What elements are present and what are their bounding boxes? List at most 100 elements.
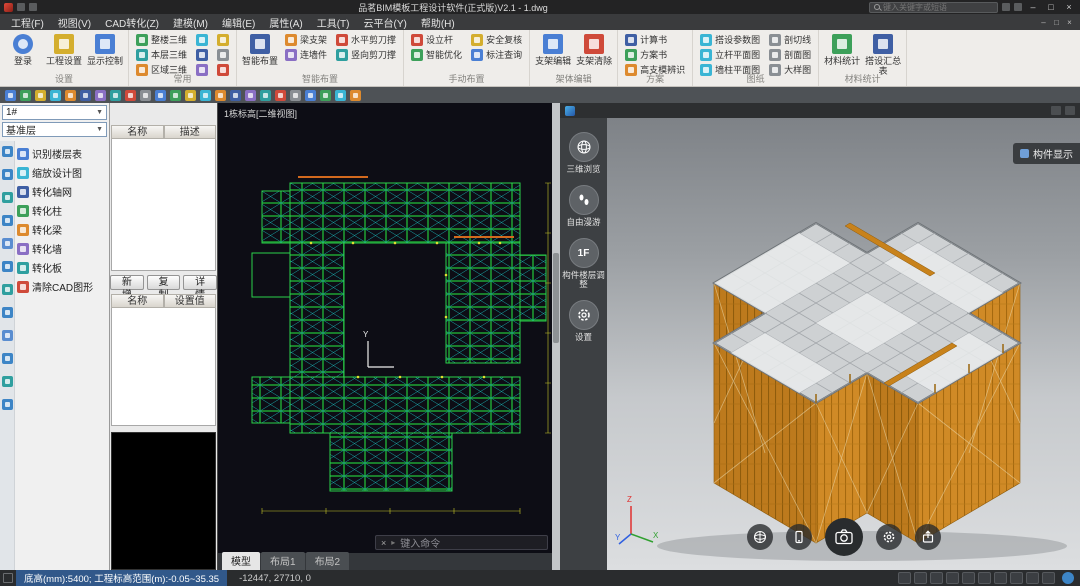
building-selector[interactable]: 1# ▼ bbox=[2, 105, 107, 120]
menu-properties[interactable]: 属性(A) bbox=[262, 14, 309, 30]
status-toggle-icon[interactable] bbox=[994, 572, 1007, 584]
status-toggle-icon[interactable] bbox=[962, 572, 975, 584]
convert-beam-item[interactable]: 转化梁 bbox=[15, 220, 109, 239]
viewer-settings-button[interactable] bbox=[876, 524, 902, 550]
place-pole-button[interactable]: 设立杆 bbox=[409, 33, 464, 46]
device-view-button[interactable] bbox=[786, 524, 812, 550]
login-button[interactable]: 登录 bbox=[5, 33, 41, 66]
toolbar-icon[interactable] bbox=[245, 90, 256, 101]
strip-tool-icon[interactable] bbox=[2, 215, 13, 226]
menu-help[interactable]: 帮助(H) bbox=[414, 14, 462, 30]
help-search[interactable] bbox=[869, 2, 998, 13]
toolbar-icon[interactable] bbox=[185, 90, 196, 101]
toolbar-icon[interactable] bbox=[35, 90, 46, 101]
cad-viewport[interactable]: 1栋标高[二维视图] bbox=[218, 103, 560, 570]
minimize-button[interactable]: – bbox=[1026, 2, 1040, 13]
toolbar-icon[interactable] bbox=[95, 90, 106, 101]
support-clear-button[interactable]: 支架清除 bbox=[576, 33, 612, 66]
name-desc-table-body[interactable] bbox=[111, 139, 216, 271]
status-toggle-icon[interactable] bbox=[1010, 572, 1023, 584]
toolbar-icon[interactable] bbox=[320, 90, 331, 101]
toolbar-icon[interactable] bbox=[290, 90, 301, 101]
toolbar-icon[interactable] bbox=[110, 90, 121, 101]
search-input[interactable] bbox=[883, 3, 993, 12]
tool-floor-adjust[interactable]: 1F 构件楼层调整 bbox=[562, 238, 606, 289]
setup-parameter-drawing-button[interactable]: 搭设参数图 bbox=[698, 33, 762, 46]
display-control-button[interactable]: 显示控制 bbox=[87, 33, 123, 66]
common-tool-button[interactable] bbox=[215, 48, 231, 61]
quick-access-icon[interactable] bbox=[17, 3, 25, 11]
current-floor-3d-button[interactable]: 本层三维 bbox=[134, 48, 189, 61]
quick-access-icon[interactable] bbox=[29, 3, 37, 11]
tab-layout1[interactable]: 布局1 bbox=[261, 552, 305, 570]
menu-project[interactable]: 工程(F) bbox=[4, 14, 51, 30]
strip-tool-icon[interactable] bbox=[2, 376, 13, 387]
strip-tool-icon[interactable] bbox=[2, 353, 13, 364]
toolbar-icon[interactable] bbox=[80, 90, 91, 101]
strip-tool-icon[interactable] bbox=[2, 238, 13, 249]
strip-tool-icon[interactable] bbox=[2, 399, 13, 410]
common-tool-button[interactable] bbox=[215, 33, 231, 46]
share-export-button[interactable] bbox=[915, 524, 941, 550]
status-toggle-icon[interactable] bbox=[1026, 572, 1039, 584]
safety-check-button[interactable]: 安全复核 bbox=[469, 33, 524, 46]
vertical-brace-button[interactable]: 竖向剪刀撑 bbox=[334, 48, 398, 61]
scrollbar-thumb[interactable] bbox=[553, 253, 559, 343]
doc-minimize-button[interactable]: – bbox=[1037, 16, 1050, 28]
beam-support-button[interactable]: 梁支架 bbox=[283, 33, 329, 46]
doc-restore-button[interactable]: □ bbox=[1050, 16, 1063, 28]
toolbar-icon[interactable] bbox=[335, 90, 346, 101]
section-line-button[interactable]: 剖切线 bbox=[767, 33, 813, 46]
strip-tool-icon[interactable] bbox=[2, 261, 13, 272]
toolbar-icon[interactable] bbox=[65, 90, 76, 101]
toolbar-icon[interactable] bbox=[230, 90, 241, 101]
support-edit-button[interactable]: 支架编辑 bbox=[535, 33, 571, 66]
menu-edit[interactable]: 编辑(E) bbox=[215, 14, 262, 30]
cloud-icon[interactable] bbox=[1014, 3, 1022, 11]
setup-summary-button[interactable]: 搭设汇总表 bbox=[865, 33, 901, 76]
command-bar[interactable]: × ▸ 键入命令 bbox=[375, 535, 548, 550]
toolbar-icon[interactable] bbox=[170, 90, 181, 101]
material-stats-button[interactable]: 材料统计 bbox=[824, 33, 860, 66]
toolbar-icon[interactable] bbox=[5, 90, 16, 101]
status-toggle-icon[interactable] bbox=[1042, 572, 1055, 584]
strip-tool-icon[interactable] bbox=[2, 192, 13, 203]
scale-design-drawing-item[interactable]: 缩放设计图 bbox=[15, 163, 109, 182]
tab-layout2[interactable]: 布局2 bbox=[306, 552, 350, 570]
smart-optimize-button[interactable]: 智能优化 bbox=[409, 48, 464, 61]
toolbar-icon[interactable] bbox=[275, 90, 286, 101]
copy-button[interactable]: 复制 bbox=[147, 275, 181, 290]
calculation-book-button[interactable]: 计算书 bbox=[623, 33, 687, 46]
menu-modeling[interactable]: 建模(M) bbox=[166, 14, 215, 30]
smart-layout-button[interactable]: 智能布置 bbox=[242, 33, 278, 66]
toolbar-icon[interactable] bbox=[215, 90, 226, 101]
help-icon[interactable] bbox=[1062, 572, 1074, 584]
toolbar-icon[interactable] bbox=[350, 90, 361, 101]
toolbar-icon[interactable] bbox=[200, 90, 211, 101]
panel-menu-icon[interactable] bbox=[1065, 106, 1075, 115]
strip-tool-icon[interactable] bbox=[2, 146, 13, 157]
menu-cloud-platform[interactable]: 云平台(Y) bbox=[356, 14, 413, 30]
doc-close-button[interactable]: × bbox=[1063, 16, 1076, 28]
orbit-globe-button[interactable] bbox=[747, 524, 773, 550]
horizontal-brace-button[interactable]: 水平剪刀撑 bbox=[334, 33, 398, 46]
identify-floor-table-item[interactable]: 识别楼层表 bbox=[15, 144, 109, 163]
whole-building-3d-button[interactable]: 整楼三维 bbox=[134, 33, 189, 46]
clear-cad-graphics-item[interactable]: 清除CAD图形 bbox=[15, 277, 109, 296]
menu-cad-convert[interactable]: CAD转化(Z) bbox=[98, 14, 166, 30]
toolbar-icon[interactable] bbox=[20, 90, 31, 101]
command-input-hint[interactable]: 键入命令 bbox=[400, 535, 440, 550]
name-value-table-body[interactable] bbox=[111, 308, 216, 426]
convert-slab-item[interactable]: 转化板 bbox=[15, 258, 109, 277]
screenshot-camera-button[interactable] bbox=[825, 518, 863, 556]
status-toggle-icon[interactable] bbox=[978, 572, 991, 584]
toolbar-icon[interactable] bbox=[305, 90, 316, 101]
common-tool-button[interactable] bbox=[194, 33, 210, 46]
toolbar-icon[interactable] bbox=[125, 90, 136, 101]
convert-axis-grid-item[interactable]: 转化轴网 bbox=[15, 182, 109, 201]
scheme-book-button[interactable]: 方案书 bbox=[623, 48, 687, 61]
toolbar-icon[interactable] bbox=[140, 90, 151, 101]
vertical-scrollbar[interactable] bbox=[552, 103, 560, 570]
command-close-icon[interactable]: × bbox=[381, 538, 386, 548]
preview-box[interactable] bbox=[111, 432, 216, 570]
